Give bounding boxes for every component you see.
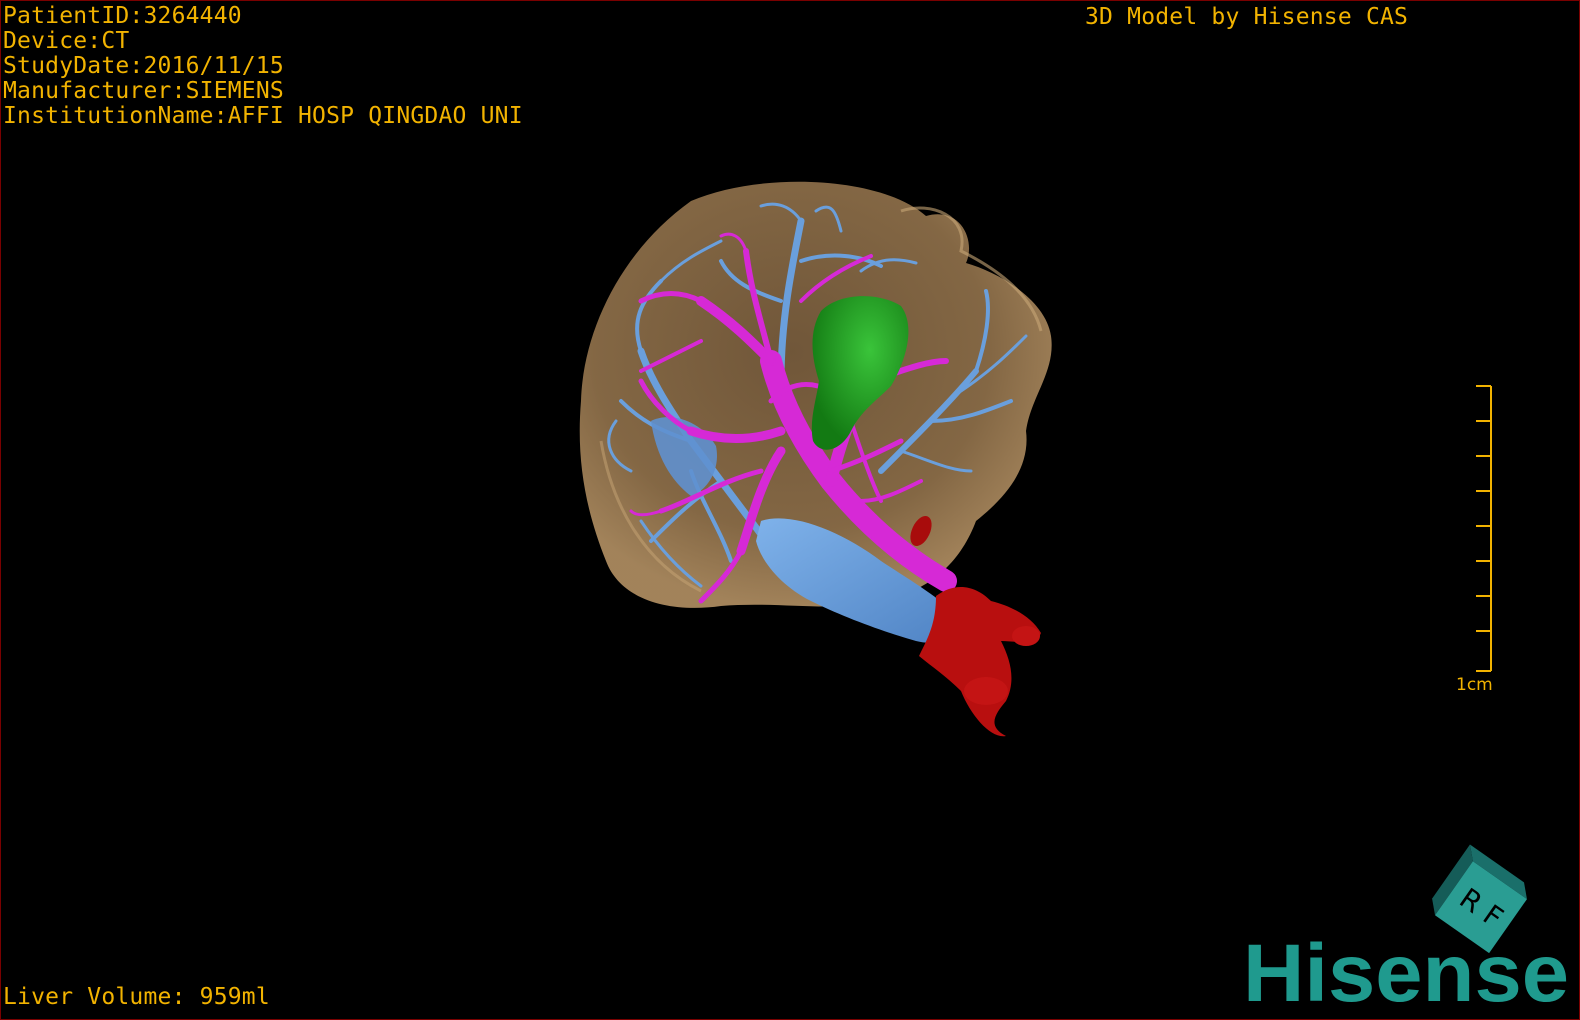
3d-viewport[interactable]: PatientID:3264440 Device:CT StudyDate:20… <box>0 0 1580 1020</box>
model-credit: 3D Model by Hisense CAS <box>1085 4 1409 30</box>
scale-bar <box>1476 385 1492 672</box>
scale-label: 1cm <box>1456 675 1493 695</box>
liver-volume: Liver Volume: 959ml <box>3 984 270 1010</box>
study-date: StudyDate:2016/11/15 <box>3 53 284 79</box>
hisense-logo: Hisense <box>1243 931 1569 1011</box>
patient-info: PatientID:3264440 Device:CT StudyDate:20… <box>3 4 523 129</box>
manufacturer: Manufacturer:SIEMENS <box>3 78 284 104</box>
patient-id: PatientID:3264440 <box>3 3 242 29</box>
device: Device:CT <box>3 28 130 54</box>
institution-name: InstitutionName:AFFI HOSP QINGDAO UNI <box>3 103 523 129</box>
brand-name: Hisense <box>1243 931 1569 1011</box>
liver-3d-model[interactable] <box>1 1 1580 1020</box>
